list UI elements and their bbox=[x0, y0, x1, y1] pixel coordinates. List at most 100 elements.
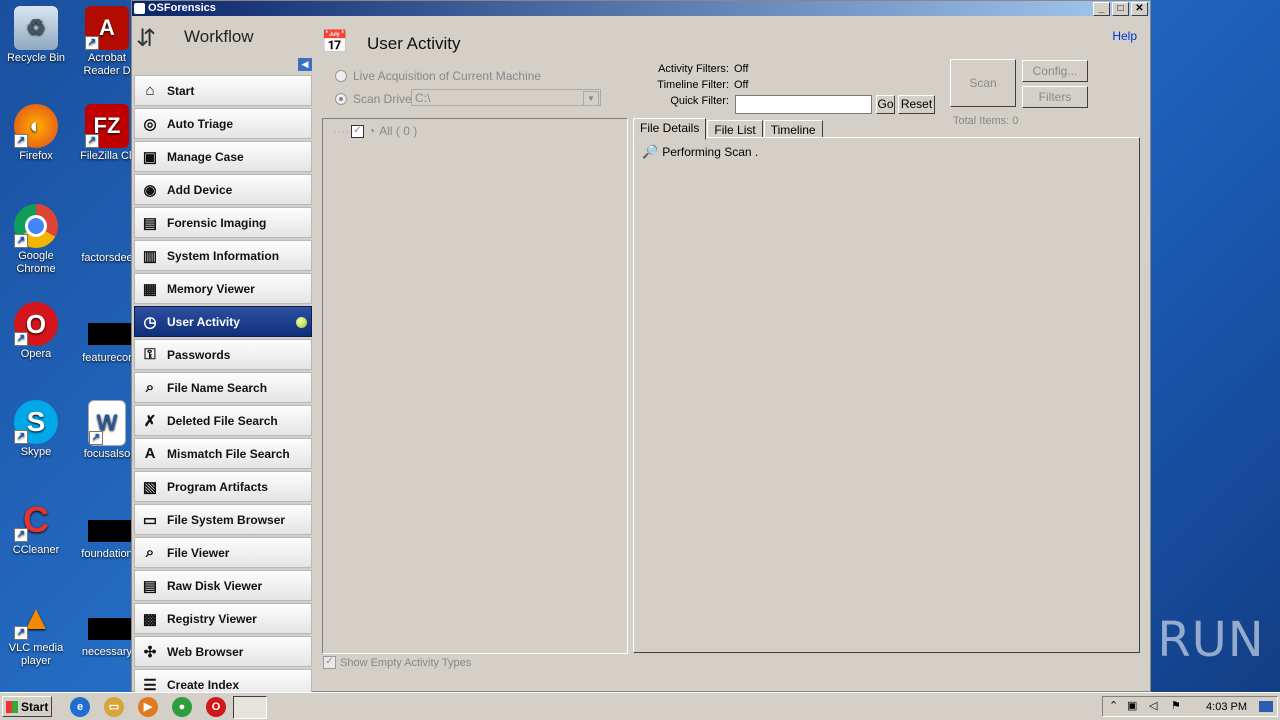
tree-root-checkbox[interactable]: ✓ bbox=[350, 124, 364, 138]
opera-icon[interactable]: O bbox=[206, 697, 226, 717]
desktop-icon-firefox[interactable]: ◐ ↗ Firefox bbox=[1, 104, 71, 163]
windows-logo-icon bbox=[6, 701, 18, 713]
tray-expand-icon[interactable]: ⌃ bbox=[1109, 699, 1118, 712]
show-empty-checkbox[interactable]: ✓ bbox=[323, 656, 336, 669]
memory-icon: ▦ bbox=[142, 280, 158, 298]
sidebar-item-memory-viewer[interactable]: ▦ Memory Viewer bbox=[134, 273, 312, 304]
desktop-icon-skype[interactable]: S ↗ Skype bbox=[1, 400, 71, 459]
folder-icon: ▭ bbox=[142, 511, 158, 529]
sidebar-item-start[interactable]: ⌂ Start bbox=[134, 75, 312, 106]
sidebar-item-file-name-search[interactable]: ⌕ File Name Search bbox=[134, 372, 312, 403]
sidebar-item-label: Create Index bbox=[167, 677, 240, 692]
sidebar-item-user-activity[interactable]: ◷ User Activity bbox=[134, 306, 312, 337]
filters-button[interactable]: Filters bbox=[1022, 86, 1088, 108]
sidebar-item-label: Auto Triage bbox=[167, 116, 234, 131]
desktop-icon-ccleaner[interactable]: C ↗ CCleaner bbox=[1, 498, 71, 557]
desktop-icon-chrome[interactable]: ↗ Google Chrome bbox=[1, 204, 71, 276]
chevron-down-icon[interactable]: ▼ bbox=[583, 91, 599, 106]
quick-filter-input[interactable] bbox=[735, 95, 872, 114]
workflow-nav-list: ⌂ Start ◎ Auto Triage ▣ Manage Case ◉ Add Devic… bbox=[134, 75, 312, 702]
desktop-icon-label: Opera bbox=[20, 348, 52, 360]
taskbar-osforensics-button[interactable] bbox=[233, 696, 267, 719]
live-acquisition-option[interactable]: Live Acquisition of Current Machine bbox=[335, 69, 541, 83]
explorer-icon[interactable]: ▭ bbox=[104, 697, 124, 717]
action-center-flag-icon[interactable]: ⚑ bbox=[1171, 699, 1181, 712]
desktop-icon-opera[interactable]: O ↗ Opera bbox=[1, 302, 71, 361]
fingerprint-icon: ◎ bbox=[143, 115, 157, 133]
chrome-icon[interactable]: ● bbox=[172, 697, 192, 717]
sidebar-item-label: File System Browser bbox=[167, 512, 286, 527]
close-button[interactable]: ✕ bbox=[1131, 2, 1148, 16]
ie-icon[interactable]: e bbox=[70, 697, 90, 717]
desktop-icon-label: Skype bbox=[20, 446, 52, 458]
key-icon: ⚿ bbox=[144, 346, 156, 363]
collapse-sidebar-button[interactable]: ◀ bbox=[298, 58, 312, 71]
sidebar-item-forensic-imaging[interactable]: ▤ Forensic Imaging bbox=[134, 207, 312, 238]
desktop-icon-vlc[interactable]: ▲ ↗ VLC media player bbox=[1, 596, 71, 668]
sidebar-item-label: Web Browser bbox=[167, 644, 244, 659]
drive-select-value: C:\ bbox=[415, 91, 431, 105]
sidebar-item-add-device[interactable]: ◉ Add Device bbox=[134, 174, 312, 205]
app-icon bbox=[134, 3, 145, 14]
sidebar-item-auto-triage[interactable]: ◎ Auto Triage bbox=[134, 108, 312, 139]
sidebar-item-raw-disk-viewer[interactable]: ▤ Raw Disk Viewer bbox=[134, 570, 312, 601]
window-title: OSForensics bbox=[148, 2, 216, 14]
maximize-button[interactable]: □ bbox=[1112, 2, 1129, 16]
desktop-icon-label: Google Chrome bbox=[16, 250, 56, 275]
sidebar-item-manage-case[interactable]: ▣ Manage Case bbox=[134, 141, 312, 172]
calendar-clock-icon: ◷ bbox=[143, 313, 157, 331]
minimize-button[interactable]: _ bbox=[1093, 2, 1110, 16]
sidebar-item-passwords[interactable]: ⚿ Passwords bbox=[134, 339, 312, 370]
sidebar-item-web-browser[interactable]: ✣ Web Browser bbox=[134, 636, 312, 667]
media-player-icon[interactable]: ▶ bbox=[138, 697, 158, 717]
live-acquisition-radio[interactable] bbox=[335, 70, 347, 82]
show-empty-option[interactable]: ✓ Show Empty Activity Types bbox=[323, 656, 471, 669]
scan-drive-option[interactable]: Scan Drive: bbox=[335, 92, 415, 106]
sidebar-item-label: Registry Viewer bbox=[167, 611, 257, 626]
black-file-icon bbox=[88, 323, 132, 345]
registry-icon: ▩ bbox=[142, 610, 158, 628]
start-button[interactable]: Start bbox=[2, 696, 52, 717]
vlc-icon: ▲ ↗ bbox=[14, 596, 58, 640]
show-desktop-icon[interactable] bbox=[1259, 701, 1273, 712]
live-acquisition-label: Live Acquisition of Current Machine bbox=[353, 69, 542, 83]
user-activity-panel: 📅 User Activity Help Live Acquisition of… bbox=[313, 17, 1150, 691]
activity-filter-label: Activity Filters: bbox=[658, 63, 729, 75]
go-button[interactable]: Go bbox=[876, 95, 895, 114]
help-link[interactable]: Help bbox=[1112, 29, 1137, 43]
scan-drive-radio[interactable] bbox=[335, 93, 347, 105]
page-title: User Activity bbox=[367, 34, 461, 53]
scan-button[interactable]: Scan bbox=[950, 59, 1016, 107]
window-titlebar[interactable]: OSForensics _ □ ✕ bbox=[132, 1, 1150, 16]
sidebar-item-file-viewer[interactable]: ⌕ File Viewer bbox=[134, 537, 312, 568]
desktop-icon-recycle-bin[interactable]: ♻ Recycle Bin bbox=[1, 6, 71, 65]
drive-select[interactable]: C:\ ▼ bbox=[411, 89, 601, 106]
sidebar-item-file-system-browser[interactable]: ▭ File System Browser bbox=[134, 504, 312, 535]
sidebar-item-label: System Information bbox=[167, 248, 280, 263]
filezilla-icon: FZ ↗ bbox=[85, 104, 129, 148]
sidebar-item-label: File Viewer bbox=[167, 545, 230, 560]
config-button[interactable]: Config... bbox=[1022, 60, 1088, 82]
active-indicator-icon bbox=[296, 317, 307, 328]
tree-root-label: All ( 0 ) bbox=[379, 124, 418, 138]
drive-icon: ▤ bbox=[142, 214, 158, 232]
network-icon[interactable]: ▣ bbox=[1127, 699, 1137, 712]
tree-root-all[interactable]: ···· ✓ ◔ All ( 0 ) bbox=[333, 124, 417, 138]
tab-file-details[interactable]: File Details bbox=[633, 118, 707, 140]
sidebar-item-program-artifacts[interactable]: ▧ Program Artifacts bbox=[134, 471, 312, 502]
sidebar-item-system-information[interactable]: ▥ System Information bbox=[134, 240, 312, 271]
sidebar-item-mismatch-file-search[interactable]: A Mismatch File Search bbox=[134, 438, 312, 469]
show-empty-label: Show Empty Activity Types bbox=[340, 656, 472, 669]
volume-icon[interactable]: ◁ bbox=[1149, 699, 1157, 712]
clock[interactable]: 4:03 PM bbox=[1206, 701, 1247, 713]
sidebar-item-registry-viewer[interactable]: ▩ Registry Viewer bbox=[134, 603, 312, 634]
web-icon: ✣ bbox=[143, 643, 157, 661]
osforensics-window: OSForensics _ □ ✕ ⇵ Workflow ◀ ⌂ Start ◎ Au… bbox=[131, 0, 1151, 700]
scan-status: 🔎 Performing Scan . bbox=[642, 144, 758, 160]
sidebar-item-deleted-file-search[interactable]: ✗ Deleted File Search bbox=[134, 405, 312, 436]
sidebar-item-label: File Name Search bbox=[167, 380, 268, 395]
reset-button[interactable]: Reset bbox=[898, 95, 935, 114]
black-file-icon bbox=[88, 520, 132, 542]
acrobat-icon: A ↗ bbox=[85, 6, 129, 50]
desktop-icon-label: CCleaner bbox=[12, 544, 60, 556]
